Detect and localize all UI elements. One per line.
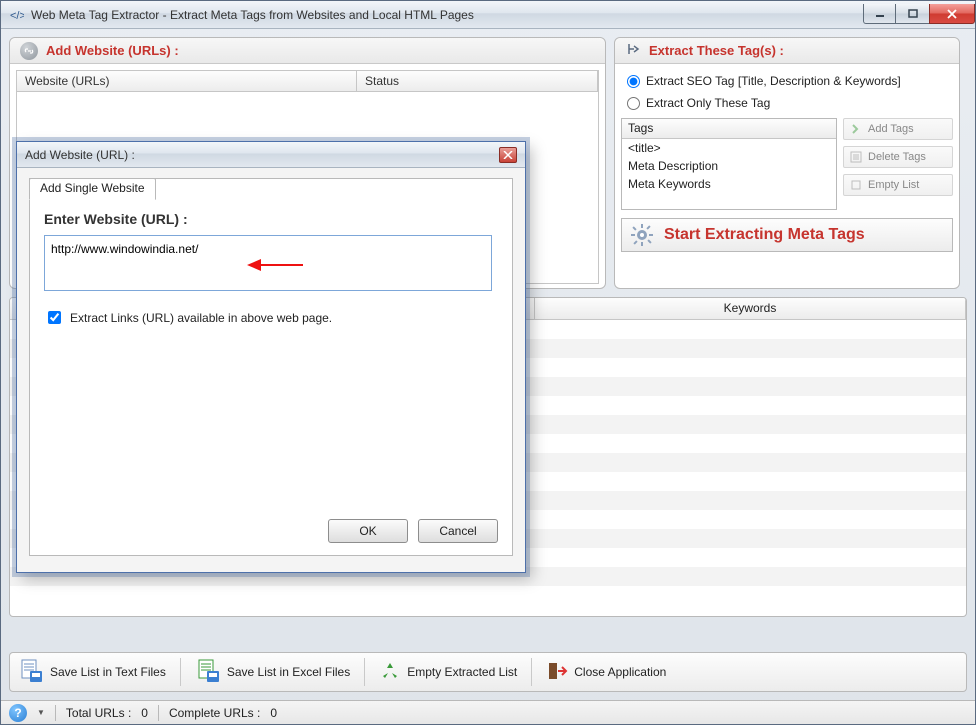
start-extracting-button[interactable]: Start Extracting Meta Tags xyxy=(621,218,953,252)
save-excel-icon xyxy=(195,658,221,687)
results-col-keywords[interactable]: Keywords xyxy=(535,298,966,319)
tab-add-single-website[interactable]: Add Single Website xyxy=(29,178,156,200)
window-title: Web Meta Tag Extractor - Extract Meta Ta… xyxy=(31,8,474,22)
extract-icon xyxy=(625,42,641,59)
gear-icon xyxy=(630,223,654,247)
exit-icon xyxy=(546,660,568,685)
minimize-button[interactable] xyxy=(863,4,896,24)
add-tags-label: Add Tags xyxy=(868,123,914,135)
url-input[interactable] xyxy=(44,235,492,291)
radio-seo-tag[interactable]: Extract SEO Tag [Title, Description & Ke… xyxy=(621,70,953,92)
close-button[interactable] xyxy=(929,4,975,24)
svg-text:</>: </> xyxy=(10,10,24,22)
radio-only-tag[interactable]: Extract Only These Tag xyxy=(621,92,953,114)
close-app-button[interactable]: Close Application xyxy=(546,660,666,685)
add-tags-button[interactable]: Add Tags xyxy=(843,118,953,140)
add-website-dialog: Add Website (URL) : Add Single Website E… xyxy=(16,141,526,573)
tags-list[interactable]: Tags <title> Meta Description Meta Keywo… xyxy=(621,118,837,210)
cancel-button[interactable]: Cancel xyxy=(418,519,498,543)
empty-list-button[interactable]: Empty List xyxy=(843,174,953,196)
status-complete-label: Complete URLs : xyxy=(169,706,260,720)
panel-extract-tags-title: Extract These Tag(s) : xyxy=(649,43,784,58)
dialog-close-button[interactable] xyxy=(499,147,517,163)
save-text-label: Save List in Text Files xyxy=(50,665,166,679)
link-icon xyxy=(20,42,38,60)
radio-seo-tag-input[interactable] xyxy=(627,75,640,88)
col-website-url[interactable]: Website (URLs) xyxy=(17,71,357,91)
url-table-header: Website (URLs) Status xyxy=(16,70,599,92)
delete-icon xyxy=(850,151,862,163)
add-icon xyxy=(850,123,862,135)
extract-links-checkbox[interactable]: Extract Links (URL) available in above w… xyxy=(44,308,498,327)
recycle-icon xyxy=(379,660,401,685)
toolbar: Save List in Text Files Save List in Exc… xyxy=(9,652,967,692)
dialog-titlebar[interactable]: Add Website (URL) : xyxy=(17,142,525,168)
ok-button[interactable]: OK xyxy=(328,519,408,543)
help-icon[interactable]: ? xyxy=(9,704,27,722)
titlebar: </> Web Meta Tag Extractor - Extract Met… xyxy=(1,1,975,29)
empty-extracted-button[interactable]: Empty Extracted List xyxy=(379,660,517,685)
list-item[interactable]: <title> xyxy=(622,139,836,157)
save-text-button[interactable]: Save List in Text Files xyxy=(18,658,166,687)
extract-links-checkbox-input[interactable] xyxy=(48,311,61,324)
save-excel-label: Save List in Excel Files xyxy=(227,665,350,679)
save-text-icon xyxy=(18,658,44,687)
maximize-button[interactable] xyxy=(896,4,929,24)
help-dropdown-arrow[interactable]: ▼ xyxy=(37,708,45,717)
status-total-label: Total URLs : xyxy=(66,706,131,720)
empty-icon xyxy=(850,179,862,191)
dialog-title: Add Website (URL) : xyxy=(25,148,135,162)
radio-only-tag-label: Extract Only These Tag xyxy=(646,96,770,110)
empty-list-label: Empty List xyxy=(868,179,919,191)
close-app-label: Close Application xyxy=(574,665,666,679)
list-item[interactable]: Meta Keywords xyxy=(622,175,836,193)
save-excel-button[interactable]: Save List in Excel Files xyxy=(195,658,350,687)
app-window: </> Web Meta Tag Extractor - Extract Met… xyxy=(0,0,976,725)
status-bar: ? ▼ Total URLs : 0 Complete URLs : 0 xyxy=(1,700,975,724)
panel-add-urls-title: Add Website (URLs) : xyxy=(46,43,179,58)
extract-links-label: Extract Links (URL) available in above w… xyxy=(70,311,332,325)
empty-extracted-label: Empty Extracted List xyxy=(407,665,517,679)
app-icon: </> xyxy=(9,7,25,23)
list-item[interactable]: Meta Description xyxy=(622,157,836,175)
panel-extract-tags: Extract These Tag(s) : Extract SEO Tag [… xyxy=(614,37,960,289)
status-complete-value: 0 xyxy=(270,706,277,720)
radio-seo-tag-label: Extract SEO Tag [Title, Description & Ke… xyxy=(646,74,901,88)
col-status[interactable]: Status xyxy=(357,71,598,91)
enter-url-label: Enter Website (URL) : xyxy=(44,211,498,227)
delete-tags-button[interactable]: Delete Tags xyxy=(843,146,953,168)
tags-list-header[interactable]: Tags xyxy=(622,119,836,139)
delete-tags-label: Delete Tags xyxy=(868,151,926,163)
status-total-value: 0 xyxy=(141,706,148,720)
start-extracting-label: Start Extracting Meta Tags xyxy=(664,226,865,244)
radio-only-tag-input[interactable] xyxy=(627,97,640,110)
